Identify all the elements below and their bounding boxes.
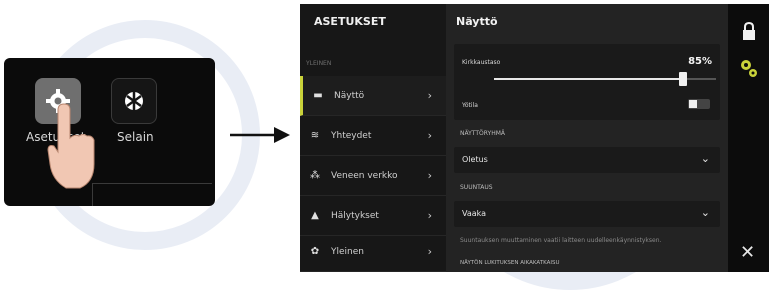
sidebar-item-label: Yhteydet <box>331 130 372 141</box>
settings-panel: ASETUKSET YLEINEN ▬ Näyttö › ≋ Yhteydet … <box>300 4 769 272</box>
sidebar-item-label: Yleinen <box>331 246 364 257</box>
browser-app-label: Selain <box>117 130 154 144</box>
brightness-slider-fill <box>494 78 683 80</box>
sidebar-item-general[interactable]: ✿ Yleinen › <box>300 232 446 272</box>
brightness-label: Kirkkaustaso <box>462 59 501 66</box>
arrow-right-icon <box>230 127 290 143</box>
chevron-down-icon: ⌄ <box>700 206 710 219</box>
chevron-right-icon: › <box>427 209 432 222</box>
toggle-knob <box>689 100 697 108</box>
settings-sidebar: ASETUKSET YLEINEN ▬ Näyttö › ≋ Yhteydet … <box>300 4 446 272</box>
sidebar-item-label: Veneen verkko <box>331 170 398 181</box>
sidebar-item-alarms[interactable]: ▲ Hälytykset › <box>300 196 446 236</box>
sidebar-section-label: YLEINEN <box>306 60 332 67</box>
close-icon[interactable]: ✕ <box>740 242 755 263</box>
sidebar-item-boat-network[interactable]: ⁂ Veneen verkko › <box>300 156 446 196</box>
display-group-value: Oletus <box>462 155 488 164</box>
orientation-value: Vaaka <box>462 209 487 218</box>
chevron-right-icon: › <box>427 245 432 258</box>
brightness-card: Kirkkaustaso 85% Yötila <box>454 44 720 120</box>
globe-icon <box>125 92 143 110</box>
orientation-note: Suuntauksen muuttaminen vaatii laitteen … <box>460 237 662 244</box>
sidebar-item-connections[interactable]: ≋ Yhteydet › <box>300 116 446 156</box>
dock-strip <box>92 183 212 206</box>
sidebar-item-label: Näyttö <box>334 90 365 101</box>
tapping-hand-icon <box>47 103 95 189</box>
chevron-right-icon: › <box>427 169 432 182</box>
lock-timeout-label: NÄYTÖN LUKITUKSEN AIKAKATKAISU <box>460 260 560 266</box>
home-screen-inset: Asetukset Selain <box>4 58 215 206</box>
chevron-down-icon: ⌄ <box>700 152 710 165</box>
display-group-select[interactable]: Oletus ⌄ <box>454 147 720 173</box>
browser-app-icon[interactable] <box>111 78 157 124</box>
display-settings: Näyttö Kirkkaustaso 85% Yötila NÄYTTÖRYH… <box>446 4 728 272</box>
display-group-label: NÄYTTÖRYHMÄ <box>460 130 505 137</box>
wifi-icon: ≋ <box>310 130 320 141</box>
night-mode-toggle[interactable] <box>688 99 710 109</box>
brightness-slider[interactable] <box>494 72 716 86</box>
sidebar-item-label: Hälytykset <box>331 210 379 221</box>
page-title: Näyttö <box>456 15 498 28</box>
night-mode-label: Yötila <box>462 102 478 109</box>
orientation-select[interactable]: Vaaka ⌄ <box>454 201 720 227</box>
monitor-icon: ▬ <box>313 90 323 101</box>
right-rail: ✕ <box>728 4 769 272</box>
orientation-label: SUUNTAUS <box>460 184 493 191</box>
chevron-right-icon: › <box>427 129 432 142</box>
settings-gear-icon[interactable] <box>738 56 760 82</box>
brightness-slider-thumb[interactable] <box>678 72 687 86</box>
chevron-right-icon: › <box>427 89 432 102</box>
brightness-value: 85% <box>688 56 712 67</box>
sidebar-title: ASETUKSET <box>314 15 386 28</box>
gear-icon: ✿ <box>310 246 320 257</box>
warning-icon: ▲ <box>311 210 319 221</box>
network-icon: ⁂ <box>310 170 320 181</box>
lock-icon[interactable] <box>741 22 757 40</box>
sidebar-item-display[interactable]: ▬ Näyttö › <box>300 76 446 116</box>
